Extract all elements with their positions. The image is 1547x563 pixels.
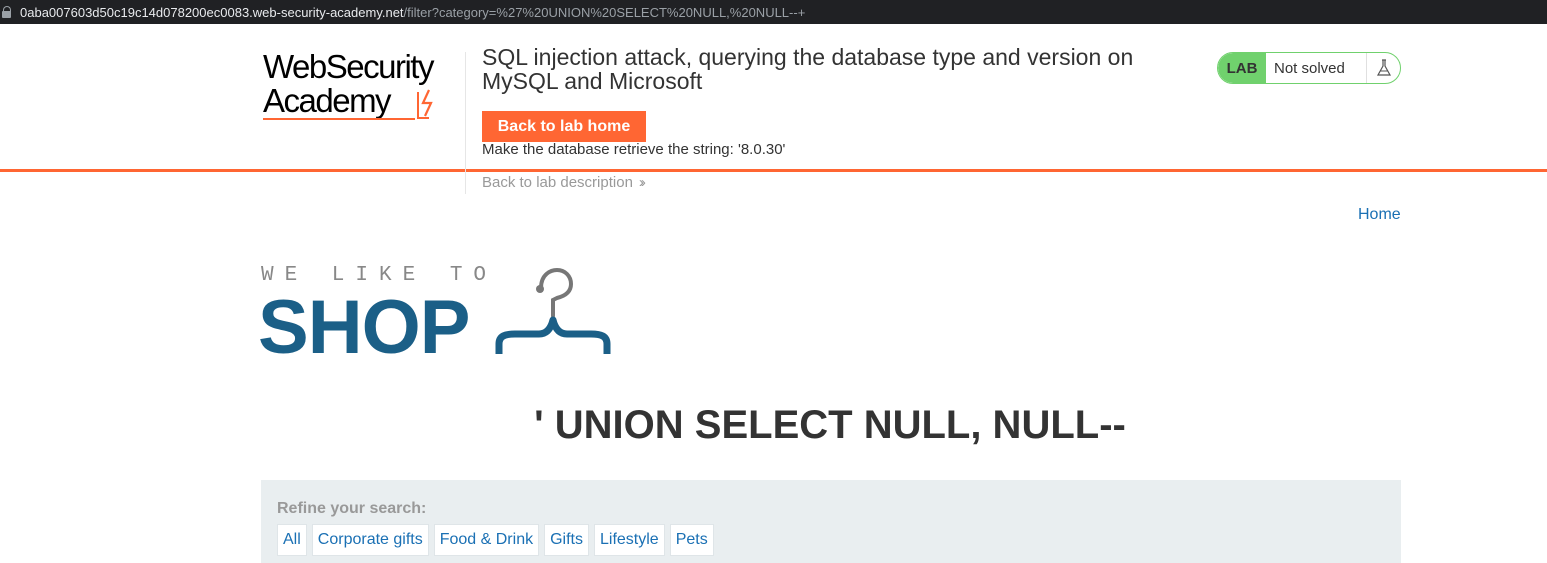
- url-host: 0aba007603d50c19c14d078200ec0083.web-sec…: [20, 4, 404, 20]
- lab-badge: LAB: [1218, 53, 1266, 83]
- flask-icon: [1366, 53, 1400, 83]
- back-description-label: Back to lab description: [482, 174, 633, 191]
- shop-logo-word: SHOP: [258, 285, 470, 370]
- logo-line1: WebSecurity: [263, 48, 434, 85]
- category-filters: All Corporate gifts Food & Drink Gifts L…: [277, 524, 714, 556]
- browser-address-bar[interactable]: 0aba007603d50c19c14d078200ec0083.web-sec…: [0, 0, 1547, 24]
- double-chevron-right-icon: ››: [638, 174, 646, 191]
- shop-logo-tagline: WE LIKE TO: [261, 264, 498, 287]
- web-security-academy-logo[interactable]: WebSecurity Academy: [263, 50, 463, 124]
- logo-line2: Academy: [263, 82, 392, 119]
- logo-underline: [263, 118, 415, 120]
- filter-lifestyle[interactable]: Lifestyle: [593, 524, 665, 556]
- refine-label: Refine your search:: [277, 500, 427, 517]
- lab-title: SQL injection attack, querying the datab…: [482, 44, 1134, 94]
- filter-all[interactable]: All: [277, 524, 307, 556]
- filter-pets[interactable]: Pets: [669, 524, 714, 556]
- lab-instruction: Make the database retrieve the string: '…: [482, 141, 786, 158]
- back-to-lab-description-link[interactable]: Back to lab description ››: [482, 174, 646, 191]
- refine-search-panel: Refine your search: All Corporate gifts …: [261, 480, 1401, 563]
- lab-status-widget: LAB Not solved: [1217, 52, 1401, 84]
- we-like-to-shop-logo: WE LIKE TO SHOP: [258, 264, 621, 368]
- url-path: /filter?category=%27%20UNION%20SELECT%20…: [403, 4, 806, 20]
- hanger-icon: [495, 267, 611, 354]
- filter-corporate-gifts[interactable]: Corporate gifts: [311, 524, 429, 556]
- header-divider: [465, 52, 466, 194]
- nav-home-link[interactable]: Home: [1358, 206, 1401, 224]
- url-text[interactable]: 0aba007603d50c19c14d078200ec0083.web-sec…: [20, 5, 805, 20]
- back-to-lab-home-button[interactable]: Back to lab home: [482, 111, 646, 142]
- filter-gifts[interactable]: Gifts: [544, 524, 589, 556]
- lightning-icon: [417, 89, 433, 119]
- filter-food-and-drink[interactable]: Food & Drink: [433, 524, 540, 556]
- lock-icon: [2, 6, 12, 18]
- lab-status-text: Not solved: [1274, 59, 1345, 77]
- category-heading: ' UNION SELECT NULL, NULL--: [534, 403, 1126, 447]
